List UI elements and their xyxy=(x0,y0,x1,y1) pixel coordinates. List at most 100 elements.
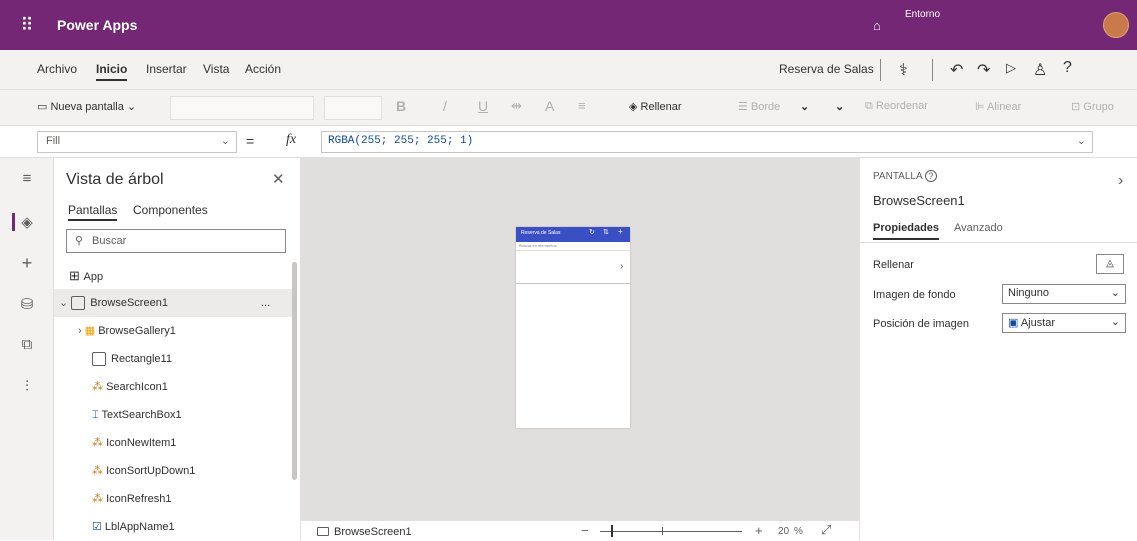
environment-label[interactable]: Entorno xyxy=(905,9,940,20)
data-icon[interactable]: ⛁ xyxy=(0,295,54,313)
zoom-out-icon[interactable]: − xyxy=(581,523,589,538)
zoom-slider-tick xyxy=(662,527,663,535)
refresh-icon: ↻ xyxy=(589,229,595,236)
fx-icon[interactable]: fx xyxy=(286,132,296,148)
play-icon[interactable]: ▷ xyxy=(1006,60,1016,76)
tree-item-gallery[interactable]: › ▦ BrowseGallery1 xyxy=(54,317,295,345)
status-screen-name[interactable]: BrowseScreen1 xyxy=(334,526,412,538)
avatar[interactable] xyxy=(1103,12,1129,38)
sort-icon: ⇅ xyxy=(603,229,609,236)
tree-item-label: IconSortUpDown1 xyxy=(106,465,196,477)
search-icon: ⚲ xyxy=(75,235,84,247)
help-icon[interactable]: ? xyxy=(924,170,937,182)
tree-search-input[interactable]: ⚲ Buscar xyxy=(66,229,286,253)
fill-color-picker[interactable]: ◬ xyxy=(1096,254,1124,274)
icon-control-icon: ⁂ xyxy=(92,493,107,505)
media-icon[interactable]: ⧉ xyxy=(0,336,54,353)
menu-accion[interactable]: Acción xyxy=(245,62,281,76)
tree-item-iconsortupdown[interactable]: ⁂ IconSortUpDown1 xyxy=(54,457,295,485)
fit-to-screen-icon[interactable]: ⤢ xyxy=(821,522,831,538)
menu-divider xyxy=(880,59,881,81)
label-icon: ☑ xyxy=(92,521,105,533)
tree-item-searchicon[interactable]: ⁂ SearchIcon1 xyxy=(54,373,295,401)
align-button[interactable]: ⊫ Alinear xyxy=(975,100,1021,113)
group-button[interactable]: ⊡ Grupo xyxy=(1071,100,1114,113)
zoom-value: 20 xyxy=(778,526,790,537)
reorder-label: Reordenar xyxy=(875,100,928,112)
tree-item-screen[interactable]: ⌄ BrowseScreen1 ... xyxy=(54,289,295,317)
underline-button[interactable]: U xyxy=(478,98,488,114)
text-align-icon[interactable]: ≡ xyxy=(578,98,586,113)
property-select[interactable]: Fill ⌄ xyxy=(37,131,237,153)
zoom-in-icon[interactable]: + xyxy=(755,523,763,538)
app-name-label[interactable]: Reserva de Salas xyxy=(779,62,874,76)
zoom-percent: % xyxy=(794,526,803,537)
menu-vista[interactable]: Vista xyxy=(203,62,229,76)
tree-scrollbar[interactable] xyxy=(292,262,297,480)
chevron-down-icon[interactable]: ⌄ xyxy=(800,100,809,113)
chevron-right-icon[interactable]: › xyxy=(1118,172,1123,190)
tree-view-icon[interactable]: ◈ xyxy=(0,213,54,231)
close-icon[interactable]: ✕ xyxy=(272,170,285,188)
bg-image-select[interactable]: Ninguno ⌄ xyxy=(1002,284,1126,304)
tree-view-title: Vista de árbol xyxy=(66,171,164,188)
bg-image-value: Ninguno xyxy=(1008,287,1049,299)
tree-item-textsearchbox[interactable]: ⌶ TextSearchBox1 xyxy=(54,401,295,429)
tab-screens[interactable]: Pantallas xyxy=(68,203,118,221)
app-title[interactable]: Power Apps xyxy=(57,17,137,33)
menu-inicio[interactable]: Inicio xyxy=(96,62,128,81)
tree-view-panel: Vista de árbol ✕ Pantallas Componentes ⚲… xyxy=(54,158,301,540)
app-preview-screen[interactable]: Reserva de Salas ↻ ⇅ + Buscar en element… xyxy=(516,227,630,428)
environment-icon[interactable]: ⌂ xyxy=(873,18,881,33)
font-color-button[interactable]: A xyxy=(545,98,554,114)
insert-icon[interactable]: + xyxy=(0,253,54,274)
chevron-down-icon: ⌄ xyxy=(59,297,72,309)
zoom-slider-thumb[interactable] xyxy=(611,525,613,537)
undo-icon[interactable]: ↶ xyxy=(950,60,963,80)
screen-icon xyxy=(317,527,329,536)
tab-advanced[interactable]: Avanzado xyxy=(954,222,1003,234)
advanced-tools-icon[interactable]: ⫶ xyxy=(0,378,54,395)
paint-bucket-icon: ◬ xyxy=(1106,258,1114,269)
tree-item-lblappname[interactable]: ☑ LblAppName1 xyxy=(54,513,295,541)
tree-item-rectangle[interactable]: Rectangle11 xyxy=(54,345,295,373)
image-position-select[interactable]: ▣ Ajustar ⌄ xyxy=(1002,313,1126,333)
tree-item-label: Rectangle11 xyxy=(111,353,172,365)
italic-button[interactable]: / xyxy=(443,98,447,114)
font-size-select[interactable] xyxy=(324,96,382,120)
user-add-icon[interactable]: ♙ xyxy=(1033,60,1047,80)
tree-item-iconrefresh[interactable]: ⁂ IconRefresh1 xyxy=(54,485,295,513)
fill-button[interactable]: ◈ Rellenar xyxy=(629,100,681,113)
zoom-slider[interactable] xyxy=(600,531,742,532)
app-icon: ⊞ xyxy=(69,268,84,283)
formula-input[interactable]: RGBA(255; 255; 255; 1) ⌄ xyxy=(321,131,1093,153)
tab-properties[interactable]: Propiedades xyxy=(873,222,940,240)
tab-components[interactable]: Componentes xyxy=(133,203,208,217)
tree-item-app[interactable]: ⊞ App xyxy=(54,262,295,290)
app-launcher-icon[interactable]: ⠿ xyxy=(14,12,40,38)
reorder-button[interactable]: ⧉ Reordenar xyxy=(865,100,928,113)
tree-item-label: BrowseScreen1 xyxy=(90,297,168,309)
tree-item-label: App xyxy=(83,271,104,283)
menu-insertar[interactable]: Insertar xyxy=(146,62,187,76)
help-icon[interactable]: ? xyxy=(1063,59,1072,77)
menu-archivo[interactable]: Archivo xyxy=(37,62,77,76)
search-placeholder: Buscar xyxy=(92,235,127,247)
icon-control-icon: ⁂ xyxy=(92,465,107,477)
stethoscope-icon[interactable]: ⚕ xyxy=(899,60,908,80)
border-button[interactable]: ☰ Borde xyxy=(738,100,780,113)
menu-bar: Archivo Inicio Insertar Vista Acción Res… xyxy=(0,50,1137,90)
font-family-select[interactable] xyxy=(170,96,314,120)
bold-button[interactable]: B xyxy=(396,98,406,114)
chevron-down-icon[interactable]: ⌄ xyxy=(835,100,844,113)
tree-item-iconnewitem[interactable]: ⁂ IconNewItem1 xyxy=(54,429,295,457)
new-screen-button[interactable]: ▭ Nueva pantalla ⌄ xyxy=(37,100,136,113)
image-position-value: Ajustar xyxy=(1020,317,1056,329)
more-options-icon[interactable]: ... xyxy=(261,289,270,317)
strikethrough-icon[interactable]: ⇹ xyxy=(511,98,522,114)
redo-icon[interactable]: ↷ xyxy=(977,60,990,80)
hamburger-icon[interactable]: ≡ xyxy=(0,170,54,187)
tree-item-label: LblAppName1 xyxy=(104,521,175,533)
tree-item-label: IconNewItem1 xyxy=(106,437,177,449)
fill-label: Rellenar xyxy=(640,101,682,113)
